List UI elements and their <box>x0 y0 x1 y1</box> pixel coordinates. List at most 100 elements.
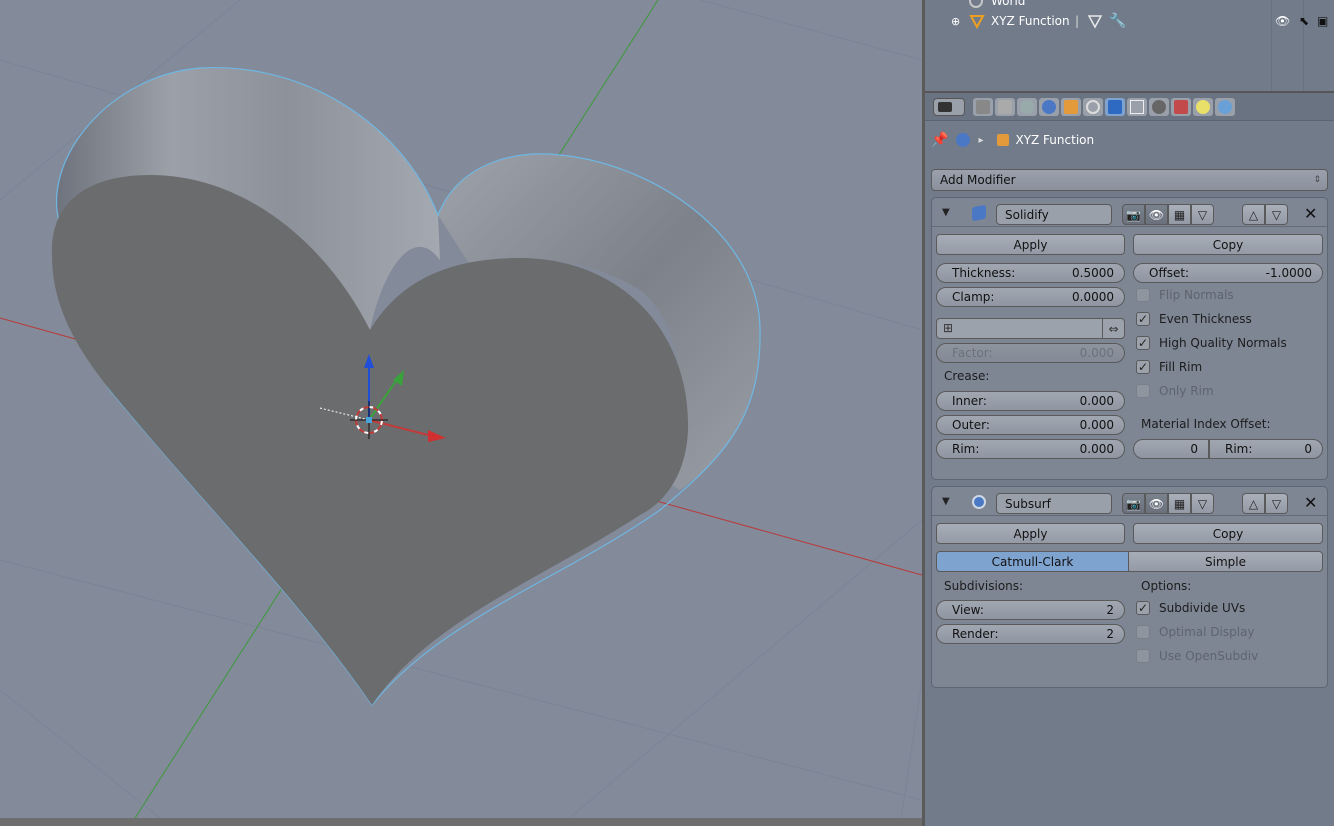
subdivide-uvs-checkbox[interactable]: ✓ Subdivide UVs <box>1136 601 1245 615</box>
optimal-display-checkbox[interactable]: Optimal Display <box>1136 625 1255 639</box>
outer-crease-field[interactable]: Outer: 0.000 <box>936 415 1125 435</box>
material-offset-field[interactable]: 0 <box>1133 439 1209 459</box>
view-label: View: <box>952 603 984 617</box>
solidify-name: Solidify <box>1005 207 1049 222</box>
tab-texture[interactable] <box>1171 98 1191 116</box>
wrench-icon[interactable]: 🔧 <box>1109 13 1126 29</box>
mat-rim-label: Rim: <box>1225 442 1253 456</box>
solidify-move-up-button[interactable]: △ <box>1242 204 1265 225</box>
properties-editor[interactable]: 📌 ▸ XYZ Function Add Modifier ⇕ ▼ Solidi… <box>925 93 1334 826</box>
offset-field[interactable]: Offset: -1.0000 <box>1133 263 1323 283</box>
tab-scene[interactable] <box>1017 98 1037 116</box>
solidify-cage-toggle[interactable]: ▽ <box>1191 204 1214 225</box>
solidify-close-icon[interactable]: ✕ <box>1304 204 1317 223</box>
pin-icon[interactable]: 📌 <box>931 132 948 148</box>
subsurf-cage-toggle[interactable]: ▽ <box>1191 493 1214 514</box>
mesh-vertices-icon: ▽ <box>1197 496 1208 511</box>
tab-object[interactable] <box>1061 98 1081 116</box>
vertex-group-icon: ⊞ <box>943 321 954 335</box>
high-quality-normals-checkbox[interactable]: ✓ High Quality Normals <box>1136 336 1287 350</box>
solidify-copy-button[interactable]: Copy <box>1133 234 1323 255</box>
tab-world[interactable] <box>1039 98 1059 116</box>
solidify-viewport-toggle[interactable]: 👁 <box>1145 204 1168 225</box>
solidify-modifier-panel: ▼ Solidify 📷 👁 ▦ ▽ △ ▽ ✕ Apply Copy Thic… <box>931 197 1328 480</box>
cursor-select-icon[interactable]: ⬉ <box>1299 14 1309 28</box>
render-levels-field[interactable]: Render: 2 <box>936 624 1125 644</box>
copy-label: Copy <box>1212 237 1244 252</box>
thickness-field[interactable]: Thickness: 0.5000 <box>936 263 1125 283</box>
catmull-clark-option[interactable]: Catmull-Clark <box>936 551 1129 572</box>
view-levels-field[interactable]: View: 2 <box>936 600 1125 620</box>
eye-icon[interactable]: 👁 <box>1275 14 1290 28</box>
add-modifier-menu[interactable]: Add Modifier ⇕ <box>931 169 1328 191</box>
clamp-field[interactable]: Clamp: 0.0000 <box>936 287 1125 307</box>
tab-render-layers[interactable] <box>995 98 1015 116</box>
eye-icon: 👁 <box>1148 496 1165 511</box>
outer-value: 0.000 <box>1079 418 1114 432</box>
tab-constraints[interactable] <box>1083 98 1103 116</box>
simple-option[interactable]: Simple <box>1128 551 1323 572</box>
vertex-group-field[interactable]: ⊞ ⇔ <box>936 318 1125 339</box>
factor-field[interactable]: Factor: 0.000 <box>936 343 1125 363</box>
tab-modifiers[interactable] <box>1105 98 1125 116</box>
camera-icon: 📷 <box>1126 496 1141 511</box>
rim-value: 0.000 <box>1079 442 1114 456</box>
solidify-name-field[interactable]: Solidify <box>996 204 1112 225</box>
apply-label: Apply <box>1013 526 1048 541</box>
invert-toggle-icon[interactable]: ⇔ <box>1102 319 1124 338</box>
simple-label: Simple <box>1205 554 1246 569</box>
even-thickness-checkbox[interactable]: ✓ Even Thickness <box>1136 312 1252 326</box>
3d-viewport[interactable] <box>0 0 922 826</box>
scene-icon <box>956 133 971 147</box>
mesh-object-icon <box>969 13 985 30</box>
subsurf-apply-button[interactable]: Apply <box>936 523 1125 544</box>
tab-physics[interactable] <box>1215 98 1235 116</box>
properties-icon <box>938 102 952 112</box>
subsurf-move-down-button[interactable]: ▽ <box>1265 493 1288 514</box>
updown-arrows-icon: ⇕ <box>1313 175 1321 185</box>
thickness-label: Thickness: <box>952 266 1016 280</box>
optimal-display-label: Optimal Display <box>1159 625 1255 639</box>
subsurf-editmode-toggle[interactable]: ▦ <box>1168 493 1191 514</box>
expand-icon[interactable]: ⊕ <box>951 15 960 28</box>
solidify-icon <box>972 204 986 222</box>
only-rim-checkbox[interactable]: Only Rim <box>1136 384 1214 398</box>
tab-data[interactable] <box>1127 98 1147 116</box>
outliner-item-xyz-function[interactable]: ⊕ XYZ Function | 🔧 👁 ⬉ ▣ <box>925 10 1334 32</box>
tab-render[interactable] <box>973 98 993 116</box>
subsurf-close-icon[interactable]: ✕ <box>1304 493 1317 512</box>
editmode-icon: ▦ <box>1173 207 1186 222</box>
viewport-scene[interactable] <box>0 0 922 826</box>
collapse-arrow-icon[interactable]: ▼ <box>942 207 950 218</box>
inner-crease-field[interactable]: Inner: 0.000 <box>936 391 1125 411</box>
camera-icon: 📷 <box>1126 207 1141 222</box>
mesh-data-icon[interactable] <box>1087 13 1103 29</box>
render-value: 2 <box>1106 627 1114 641</box>
solidify-apply-button[interactable]: Apply <box>936 234 1125 255</box>
checkmark-icon: ✓ <box>1136 360 1150 374</box>
world-label: World <box>991 0 1026 8</box>
clamp-label: Clamp: <box>952 290 995 304</box>
crease-label: Crease: <box>944 369 990 383</box>
subsurf-render-toggle[interactable]: 📷 <box>1122 493 1145 514</box>
camera-render-icon[interactable]: ▣ <box>1317 14 1328 28</box>
use-opensubdiv-checkbox[interactable]: Use OpenSubdiv <box>1136 649 1258 663</box>
tab-material[interactable] <box>1149 98 1169 116</box>
solidify-editmode-toggle[interactable]: ▦ <box>1168 204 1191 225</box>
add-modifier-label: Add Modifier <box>940 173 1016 187</box>
fill-rim-checkbox[interactable]: ✓ Fill Rim <box>1136 360 1202 374</box>
subsurf-viewport-toggle[interactable]: 👁 <box>1145 493 1168 514</box>
subsurf-move-up-button[interactable]: △ <box>1242 493 1265 514</box>
rim-crease-field[interactable]: Rim: 0.000 <box>936 439 1125 459</box>
solidify-move-down-button[interactable]: ▽ <box>1265 204 1288 225</box>
tab-particles[interactable] <box>1193 98 1213 116</box>
subsurf-copy-button[interactable]: Copy <box>1133 523 1323 544</box>
editor-type-menu[interactable] <box>933 98 965 116</box>
flip-normals-checkbox[interactable]: Flip Normals <box>1136 288 1234 302</box>
material-rim-offset-field[interactable]: Rim: 0 <box>1209 439 1323 459</box>
collapse-arrow-icon[interactable]: ▼ <box>942 496 950 507</box>
solidify-render-toggle[interactable]: 📷 <box>1122 204 1145 225</box>
subsurf-name-field[interactable]: Subsurf <box>996 493 1112 514</box>
options-label: Options: <box>1141 579 1192 593</box>
outliner[interactable]: World ⊕ XYZ Function | 🔧 👁 ⬉ ▣ <box>925 0 1334 93</box>
